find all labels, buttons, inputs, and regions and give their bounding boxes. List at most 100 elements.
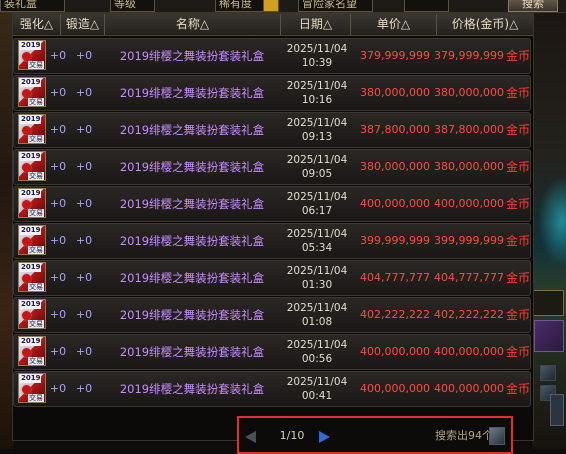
table-row[interactable]: 2019 交易 +0 +0 2019绯樱之舞装扮套装礼盒 2025/11/04 … bbox=[13, 297, 531, 333]
gift-box-icon[interactable]: 2019 交易 bbox=[18, 299, 46, 329]
forge-value: +0 bbox=[75, 345, 93, 358]
sale-datetime: 2025/11/04 10:16 bbox=[282, 79, 352, 107]
gift-box-icon[interactable]: 2019 交易 bbox=[18, 151, 46, 181]
column-header-date[interactable]: 日期△ bbox=[281, 14, 351, 35]
sale-time: 00:41 bbox=[301, 390, 333, 402]
gem-icon bbox=[22, 237, 31, 246]
column-header-price[interactable]: 价格(金币)△ bbox=[437, 14, 533, 35]
item-name: 2019绯樱之舞装扮套装礼盒 bbox=[119, 382, 265, 396]
item-name: 2019绯樱之舞装扮套装礼盒 bbox=[119, 197, 265, 211]
item-name-field[interactable]: 装礼盒 bbox=[0, 0, 65, 12]
sale-date: 2025/11/04 bbox=[286, 191, 348, 203]
gift-box-icon[interactable]: 2019 交易 bbox=[18, 336, 46, 366]
rarity-dropdown-icon[interactable] bbox=[263, 0, 279, 12]
table-row[interactable]: 2019 交易 +0 +0 2019绯樱之舞装扮套装礼盒 2025/11/04 … bbox=[13, 149, 531, 185]
sale-datetime: 2025/11/04 10:39 bbox=[282, 42, 352, 70]
item-year-label: 2019 bbox=[20, 152, 42, 161]
item-name: 2019绯樱之舞装扮套装礼盒 bbox=[119, 160, 265, 174]
side-item-icon[interactable] bbox=[540, 365, 556, 381]
side-scroll-button[interactable] bbox=[550, 394, 564, 426]
fame-field[interactable]: 冒险家名望 bbox=[298, 0, 373, 12]
glow-effect bbox=[538, 176, 566, 266]
total-price: 380,000,000 bbox=[434, 86, 504, 99]
sale-datetime: 2025/11/04 09:05 bbox=[282, 153, 352, 181]
item-trade-label: 交易 bbox=[28, 394, 44, 402]
result-count: 搜索出94个 bbox=[435, 429, 493, 442]
total-price: 399,999,999 bbox=[434, 234, 504, 247]
column-header-unit-price[interactable]: 单价△ bbox=[351, 14, 437, 35]
table-row[interactable]: 2019 交易 +0 +0 2019绯樱之舞装扮套装礼盒 2025/11/04 … bbox=[13, 223, 531, 259]
auction-history-panel: 强化△ 锻造△ 名称△ 日期△ 单价△ 价格(金币)△ 2019 交易 +0 +… bbox=[12, 13, 534, 454]
total-price: 380,000,000 bbox=[434, 160, 504, 173]
previous-page-icon[interactable] bbox=[245, 431, 256, 443]
currency-label: 金币 bbox=[506, 271, 531, 285]
sale-datetime: 2025/11/04 01:08 bbox=[282, 301, 352, 329]
gift-box-icon[interactable]: 2019 交易 bbox=[18, 262, 46, 292]
item-year-label: 2019 bbox=[20, 263, 42, 272]
column-header-name[interactable]: 名称△ bbox=[105, 14, 281, 35]
sale-date: 2025/11/04 bbox=[286, 302, 348, 314]
currency-label: 金币 bbox=[506, 345, 531, 359]
item-trade-label: 交易 bbox=[28, 135, 44, 143]
sale-datetime: 2025/11/04 00:41 bbox=[282, 375, 352, 403]
sale-datetime: 2025/11/04 01:30 bbox=[282, 264, 352, 292]
search-button[interactable]: 搜索 bbox=[508, 0, 558, 12]
forge-value: +0 bbox=[75, 308, 93, 321]
currency-label: 金币 bbox=[506, 197, 531, 211]
sale-date: 2025/11/04 bbox=[286, 43, 348, 55]
total-price: 379,999,999 bbox=[434, 49, 504, 62]
gem-icon bbox=[22, 274, 31, 283]
sale-time: 01:08 bbox=[301, 316, 333, 328]
unit-price: 380,000,000 bbox=[360, 160, 430, 173]
unit-price: 400,000,000 bbox=[360, 197, 430, 210]
gift-box-icon[interactable]: 2019 交易 bbox=[18, 40, 46, 70]
table-row[interactable]: 2019 交易 +0 +0 2019绯樱之舞装扮套装礼盒 2025/11/04 … bbox=[13, 38, 531, 74]
rarity-field[interactable]: 稀有度 bbox=[215, 0, 266, 12]
gift-box-icon[interactable]: 2019 交易 bbox=[18, 77, 46, 107]
next-page-icon[interactable] bbox=[319, 431, 330, 443]
gift-box-icon[interactable]: 2019 交易 bbox=[18, 373, 46, 403]
gift-box-icon[interactable]: 2019 交易 bbox=[18, 188, 46, 218]
sale-date: 2025/11/04 bbox=[286, 117, 348, 129]
item-year-label: 2019 bbox=[20, 226, 42, 235]
forge-value: +0 bbox=[75, 49, 93, 62]
unit-price: 400,000,000 bbox=[360, 382, 430, 395]
column-header-strengthen[interactable]: 强化△ bbox=[13, 14, 61, 35]
item-trade-label: 交易 bbox=[28, 209, 44, 217]
gift-box-icon[interactable]: 2019 交易 bbox=[18, 114, 46, 144]
item-year-label: 2019 bbox=[20, 337, 42, 346]
level-field[interactable]: 等级 bbox=[110, 0, 155, 12]
table-row[interactable]: 2019 交易 +0 +0 2019绯樱之舞装扮套装礼盒 2025/11/04 … bbox=[13, 75, 531, 111]
character-thumbnail[interactable] bbox=[534, 320, 564, 352]
forge-value: +0 bbox=[75, 271, 93, 284]
item-trade-label: 交易 bbox=[28, 98, 44, 106]
forge-value: +0 bbox=[75, 382, 93, 395]
unit-price: 404,777,777 bbox=[360, 271, 430, 284]
gem-icon bbox=[22, 311, 31, 320]
gem-icon bbox=[22, 52, 31, 61]
currency-label: 金币 bbox=[506, 86, 531, 100]
gem-icon bbox=[22, 163, 31, 172]
unit-price: 402,222,222 bbox=[360, 308, 430, 321]
column-header-forge[interactable]: 锻造△ bbox=[61, 14, 105, 35]
table-row[interactable]: 2019 交易 +0 +0 2019绯樱之舞装扮套装礼盒 2025/11/04 … bbox=[13, 371, 531, 407]
sale-date: 2025/11/04 bbox=[286, 376, 348, 388]
filter-field[interactable] bbox=[404, 0, 449, 12]
sale-date: 2025/11/04 bbox=[286, 228, 348, 240]
total-price: 400,000,000 bbox=[434, 382, 504, 395]
sale-date: 2025/11/04 bbox=[286, 154, 348, 166]
item-name: 2019绯樱之舞装扮套装礼盒 bbox=[119, 49, 265, 63]
table-row[interactable]: 2019 交易 +0 +0 2019绯樱之舞装扮套装礼盒 2025/11/04 … bbox=[13, 260, 531, 296]
side-tag[interactable] bbox=[532, 290, 564, 316]
forge-value: +0 bbox=[75, 160, 93, 173]
gift-box-icon[interactable]: 2019 交易 bbox=[18, 225, 46, 255]
table-row[interactable]: 2019 交易 +0 +0 2019绯樱之舞装扮套装礼盒 2025/11/04 … bbox=[13, 186, 531, 222]
table-row[interactable]: 2019 交易 +0 +0 2019绯樱之舞装扮套装礼盒 2025/11/04 … bbox=[13, 334, 531, 370]
item-year-label: 2019 bbox=[20, 115, 42, 124]
refresh-icon[interactable] bbox=[489, 427, 505, 445]
item-trade-label: 交易 bbox=[28, 172, 44, 180]
item-trade-label: 交易 bbox=[28, 357, 44, 365]
item-year-label: 2019 bbox=[20, 374, 42, 383]
table-row[interactable]: 2019 交易 +0 +0 2019绯樱之舞装扮套装礼盒 2025/11/04 … bbox=[13, 112, 531, 148]
item-name: 2019绯樱之舞装扮套装礼盒 bbox=[119, 86, 265, 100]
